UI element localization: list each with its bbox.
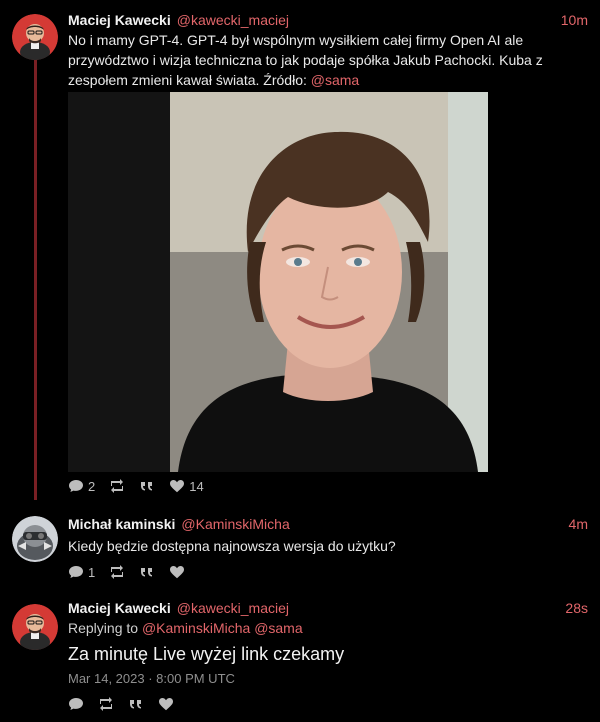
- reply-button[interactable]: 2: [68, 478, 95, 494]
- post-actions: 2 14: [68, 476, 218, 496]
- repost-button[interactable]: [98, 696, 114, 712]
- repost-icon: [109, 564, 125, 580]
- like-button[interactable]: [169, 564, 185, 580]
- reply-button[interactable]: [68, 696, 84, 712]
- quote-icon: [139, 564, 155, 580]
- post-actions: 1: [68, 562, 199, 582]
- avatar[interactable]: [12, 604, 58, 650]
- heart-icon: [169, 564, 185, 580]
- post-header: Maciej Kawecki @kawecki_maciej 28s: [68, 598, 588, 618]
- post-text: No i mamy GPT-4. GPT-4 był wspólnym wysi…: [68, 30, 582, 90]
- like-button[interactable]: 14: [169, 478, 204, 494]
- repost-icon: [98, 696, 114, 712]
- post-2[interactable]: Michał kaminski @KaminskiMicha 4m Kiedy b…: [0, 514, 600, 584]
- post-text: Za minutę Live wyżej link czekamy: [68, 644, 345, 664]
- repost-button[interactable]: [109, 478, 125, 494]
- heart-icon: [169, 478, 185, 494]
- mention-link[interactable]: @KaminskiMicha: [142, 620, 250, 636]
- like-count: 14: [189, 478, 204, 494]
- post-text-line: No i mamy GPT-4. GPT-4 był wspólnym wysi…: [68, 32, 524, 48]
- post-time[interactable]: 4m: [569, 514, 588, 534]
- mention-link[interactable]: @sama: [311, 72, 359, 88]
- repost-button[interactable]: [109, 564, 125, 580]
- post-actions: [68, 694, 188, 714]
- post-3[interactable]: Maciej Kawecki @kawecki_maciej 28s Replyi…: [0, 598, 600, 718]
- reply-count: 1: [88, 564, 96, 580]
- author-handle[interactable]: @kawecki_maciej: [177, 600, 289, 616]
- post-header: Michał kaminski @KaminskiMicha 4m: [68, 514, 588, 534]
- comment-icon: [68, 696, 84, 712]
- quote-button[interactable]: [139, 478, 155, 494]
- post-image[interactable]: [68, 92, 488, 472]
- post-text-fragment: zespołem zmieni kawał świata. Źródło:: [68, 72, 311, 88]
- post-timestamp[interactable]: Mar 14, 2023 · 8:00 PM UTC: [68, 671, 235, 686]
- post-text: Kiedy będzie dostępna najnowsza wersja d…: [68, 538, 396, 554]
- avatar[interactable]: [12, 14, 58, 60]
- mention-link[interactable]: @sama: [254, 620, 302, 636]
- post-time[interactable]: 10m: [561, 10, 588, 30]
- quote-icon: [139, 478, 155, 494]
- reply-count: 2: [88, 478, 96, 494]
- author-name[interactable]: Maciej Kawecki: [68, 600, 171, 616]
- quote-button[interactable]: [139, 564, 155, 580]
- post-text-line: przywództwo i wizja techniczna to jak po…: [68, 52, 543, 68]
- author-name[interactable]: Maciej Kawecki: [68, 12, 171, 28]
- quote-button[interactable]: [128, 696, 144, 712]
- heart-icon: [158, 696, 174, 712]
- post-1[interactable]: Maciej Kawecki @kawecki_maciej 10m No i m…: [0, 10, 600, 500]
- replying-to: Replying to @KaminskiMicha @sama: [68, 620, 303, 636]
- like-button[interactable]: [158, 696, 174, 712]
- repost-icon: [109, 478, 125, 494]
- reply-button[interactable]: 1: [68, 564, 95, 580]
- post-text-line: zespołem zmieni kawał świata. Źródło: @s…: [68, 70, 582, 90]
- replying-label: Replying to: [68, 620, 139, 636]
- author-handle[interactable]: @KaminskiMicha: [181, 516, 289, 532]
- quote-icon: [128, 696, 144, 712]
- author-name[interactable]: Michał kaminski: [68, 516, 175, 532]
- comment-icon: [68, 478, 84, 494]
- comment-icon: [68, 564, 84, 580]
- post-time[interactable]: 28s: [565, 598, 588, 618]
- avatar[interactable]: [12, 516, 58, 562]
- author-handle[interactable]: @kawecki_maciej: [177, 12, 289, 28]
- post-header: Maciej Kawecki @kawecki_maciej 10m: [68, 10, 588, 30]
